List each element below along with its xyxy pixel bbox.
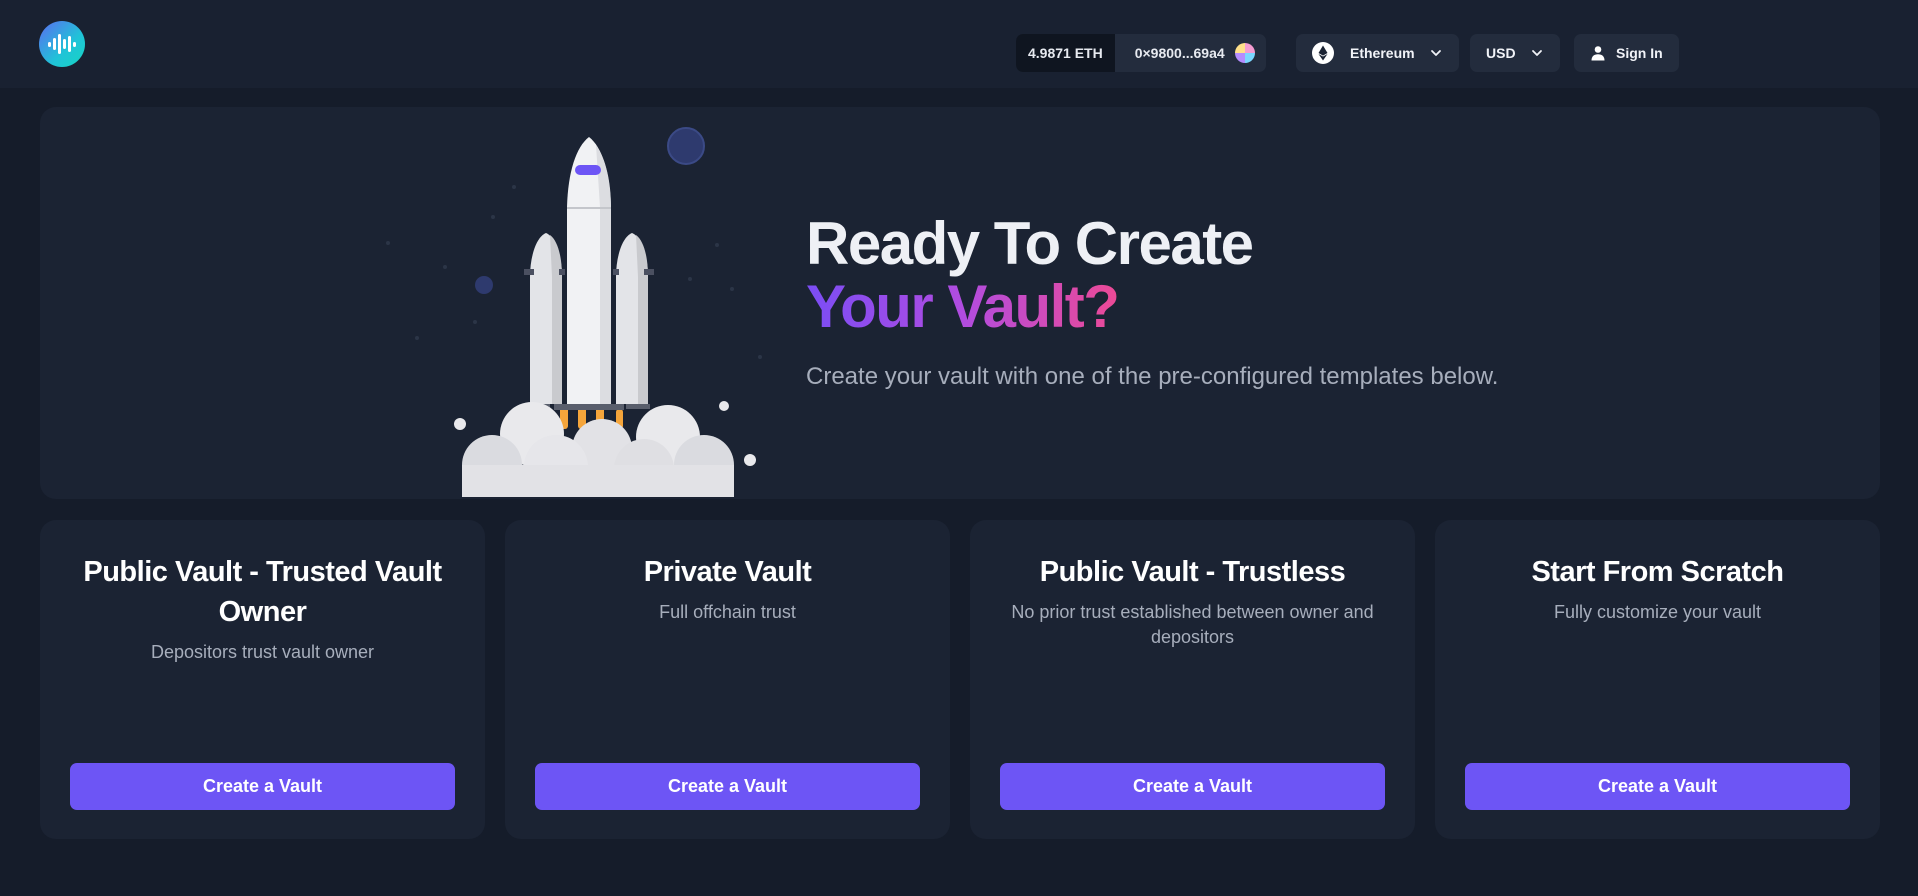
create-vault-button[interactable]: Create a Vault [70,763,455,810]
waveform-logo-icon [48,34,76,54]
currency-selector[interactable]: USD [1470,34,1560,72]
sign-in-label: Sign In [1616,45,1663,61]
chevron-down-icon [1531,50,1542,56]
network-selector[interactable]: Ethereum [1296,34,1459,72]
card-title: Start From Scratch [1531,556,1784,588]
card-title: Private Vault [643,556,812,588]
create-vault-button[interactable]: Create a Vault [535,763,920,810]
card-description: Full offchain trust [659,602,796,622]
template-card-trustless: Public Vault - Trustless No prior trust … [970,520,1415,839]
template-card-private: Private Vault Full offchain trust Create… [505,520,950,839]
wallet-avatar-icon [1234,43,1255,63]
card-description: Fully customize your vault [1553,602,1762,622]
hero-title-line2: Your Vault? [806,273,1120,340]
chevron-down-icon [1430,50,1441,56]
network-label: Ethereum [1350,45,1415,61]
sign-in-button[interactable]: Sign In [1574,34,1679,72]
hero-banner: Ready To Create Your Vault? Create your … [40,107,1880,499]
currency-label: USD [1486,45,1516,61]
card-description: No prior trust established between owner… [1011,602,1374,647]
template-card-trusted-owner: Public Vault - Trusted Vault Owner Depos… [40,520,485,839]
rocket-launch-illustration [386,127,762,497]
wallet-balance: 4.9871 ETH [1016,34,1115,72]
app-logo[interactable] [39,21,85,67]
top-navbar: 4.9871 ETH 0×9800...69a4 Ethereum USD Si… [0,0,1918,88]
wallet-widget[interactable]: 4.9871 ETH 0×9800...69a4 [1016,34,1266,72]
hero-heading: Ready To Create Your Vault? [806,210,1254,340]
template-card-scratch: Start From Scratch Fully customize your … [1435,520,1880,839]
user-icon [1591,46,1605,61]
wallet-address-button[interactable]: 0×9800...69a4 [1115,34,1266,72]
wallet-address: 0×9800...69a4 [1134,45,1225,61]
card-title: Public Vault - Trusted Vault Owner [83,556,442,628]
hero-subtitle: Create your vault with one of the pre-co… [806,363,1499,390]
ethereum-icon [1312,42,1334,64]
create-vault-button[interactable]: Create a Vault [1465,763,1850,810]
card-title: Public Vault - Trustless [1039,556,1346,588]
hero-title-line1: Ready To Create [806,210,1254,277]
create-vault-button[interactable]: Create a Vault [1000,763,1385,810]
card-description: Depositors trust vault owner [150,642,375,662]
